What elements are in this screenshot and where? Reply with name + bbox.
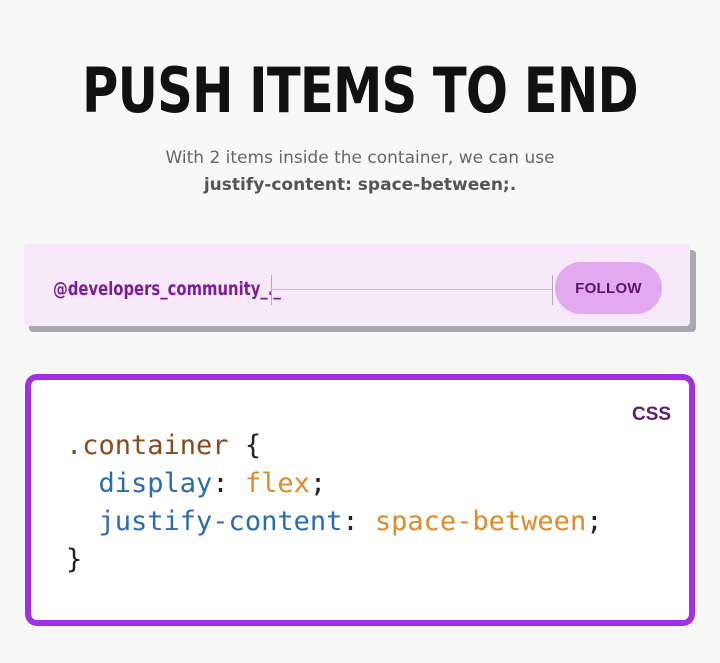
css-code-block: .container { display: flex; justify-cont… xyxy=(66,427,602,579)
subtitle-code: justify-content: space-between;. xyxy=(203,175,517,195)
page-title: PUSH ITEMS TO END xyxy=(82,54,639,127)
space-between-gap-line xyxy=(271,289,553,290)
code-token-value: flex xyxy=(244,468,310,499)
code-line: justify-content: space-between; xyxy=(66,503,603,541)
code-token-punct: : xyxy=(212,468,245,499)
code-token-punct: ; xyxy=(586,506,603,537)
code-token-punct xyxy=(66,506,99,537)
code-token-punct: { xyxy=(228,430,262,461)
code-line: display: flex; xyxy=(66,465,602,503)
code-token-prop: display xyxy=(98,468,213,499)
code-line: .container { xyxy=(66,427,602,465)
code-token-punct xyxy=(66,468,99,499)
code-token-value: space-between xyxy=(374,506,587,537)
code-token-selector: .container xyxy=(66,430,229,461)
code-token-prop: justify-content xyxy=(98,506,343,537)
username-handle[interactable]: @developers_community_._ xyxy=(53,274,281,304)
code-token-punct: } xyxy=(66,544,83,575)
code-line: } xyxy=(66,541,602,579)
subtitle: With 2 items inside the container, we ca… xyxy=(165,148,555,168)
code-token-punct: ; xyxy=(309,468,327,499)
follow-button[interactable]: FOLLOW xyxy=(555,262,662,314)
gap-marker-left xyxy=(271,275,272,305)
code-language-label: CSS xyxy=(632,404,672,425)
gap-marker-right xyxy=(552,275,553,305)
code-token-punct: : xyxy=(342,506,375,537)
